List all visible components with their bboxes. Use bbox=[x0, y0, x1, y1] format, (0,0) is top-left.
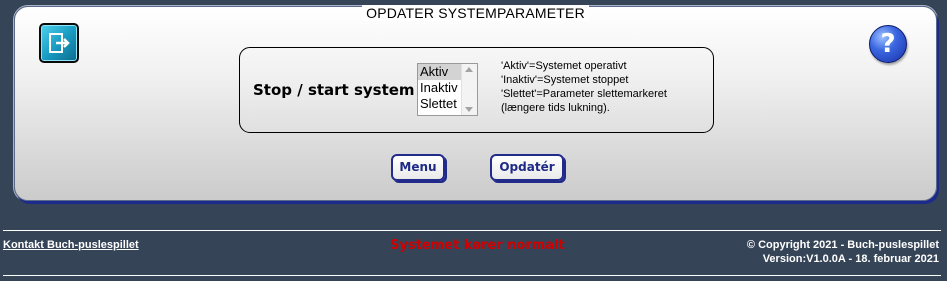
panel-title: OPDATER SYSTEMPARAMETER bbox=[15, 5, 936, 21]
main-panel: OPDATER SYSTEMPARAMETER ? Stop / start s… bbox=[14, 5, 937, 201]
parameter-box: Stop / start system Aktiv Inaktiv Slette… bbox=[239, 47, 714, 133]
help-question-icon: ? bbox=[880, 29, 896, 59]
scroll-up-icon[interactable] bbox=[465, 67, 473, 72]
help-line: (længere tids lukning). bbox=[501, 102, 610, 114]
help-button[interactable]: ? bbox=[869, 25, 907, 63]
system-state-listbox[interactable]: Aktiv Inaktiv Slettet bbox=[417, 63, 478, 116]
panel-title-text: OPDATER SYSTEMPARAMETER bbox=[362, 5, 589, 21]
listbox-scrollbar[interactable] bbox=[461, 64, 477, 115]
scroll-down-icon[interactable] bbox=[465, 107, 473, 112]
footer-divider-top bbox=[3, 230, 941, 231]
exit-door-icon bbox=[49, 33, 70, 53]
copyright-block: © Copyright 2021 - Buch-puslespillet Ver… bbox=[747, 238, 939, 266]
contact-link[interactable]: Kontakt Buch-puslespillet bbox=[3, 239, 139, 251]
footer-divider-bottom bbox=[3, 275, 941, 276]
page: OPDATER SYSTEMPARAMETER ? Stop / start s… bbox=[0, 0, 947, 281]
version-text: Version:V1.0.0A - 18. februar 2021 bbox=[762, 253, 939, 265]
help-line: 'Inaktiv'=Systemet stoppet bbox=[501, 74, 629, 86]
help-line: 'Aktiv'=Systemet operativt bbox=[501, 60, 627, 72]
menu-button[interactable]: Menu bbox=[391, 154, 445, 181]
exit-button[interactable] bbox=[39, 23, 79, 63]
help-line: 'Slettet'=Parameter slettemarkeret bbox=[501, 88, 667, 100]
listbox-option-inaktiv[interactable]: Inaktiv bbox=[418, 80, 462, 96]
system-state-label: Stop / start system bbox=[253, 81, 415, 99]
listbox-option-aktiv[interactable]: Aktiv bbox=[418, 64, 462, 80]
copyright-text: © Copyright 2021 - Buch-puslespillet bbox=[746, 239, 939, 251]
update-button[interactable]: Opdatér bbox=[490, 154, 564, 181]
state-help-text: 'Aktiv'=Systemet operativt 'Inaktiv'=Sys… bbox=[501, 59, 667, 115]
listbox-option-slettet[interactable]: Slettet bbox=[418, 96, 462, 112]
system-status: Systemet kører normalt bbox=[390, 238, 565, 253]
